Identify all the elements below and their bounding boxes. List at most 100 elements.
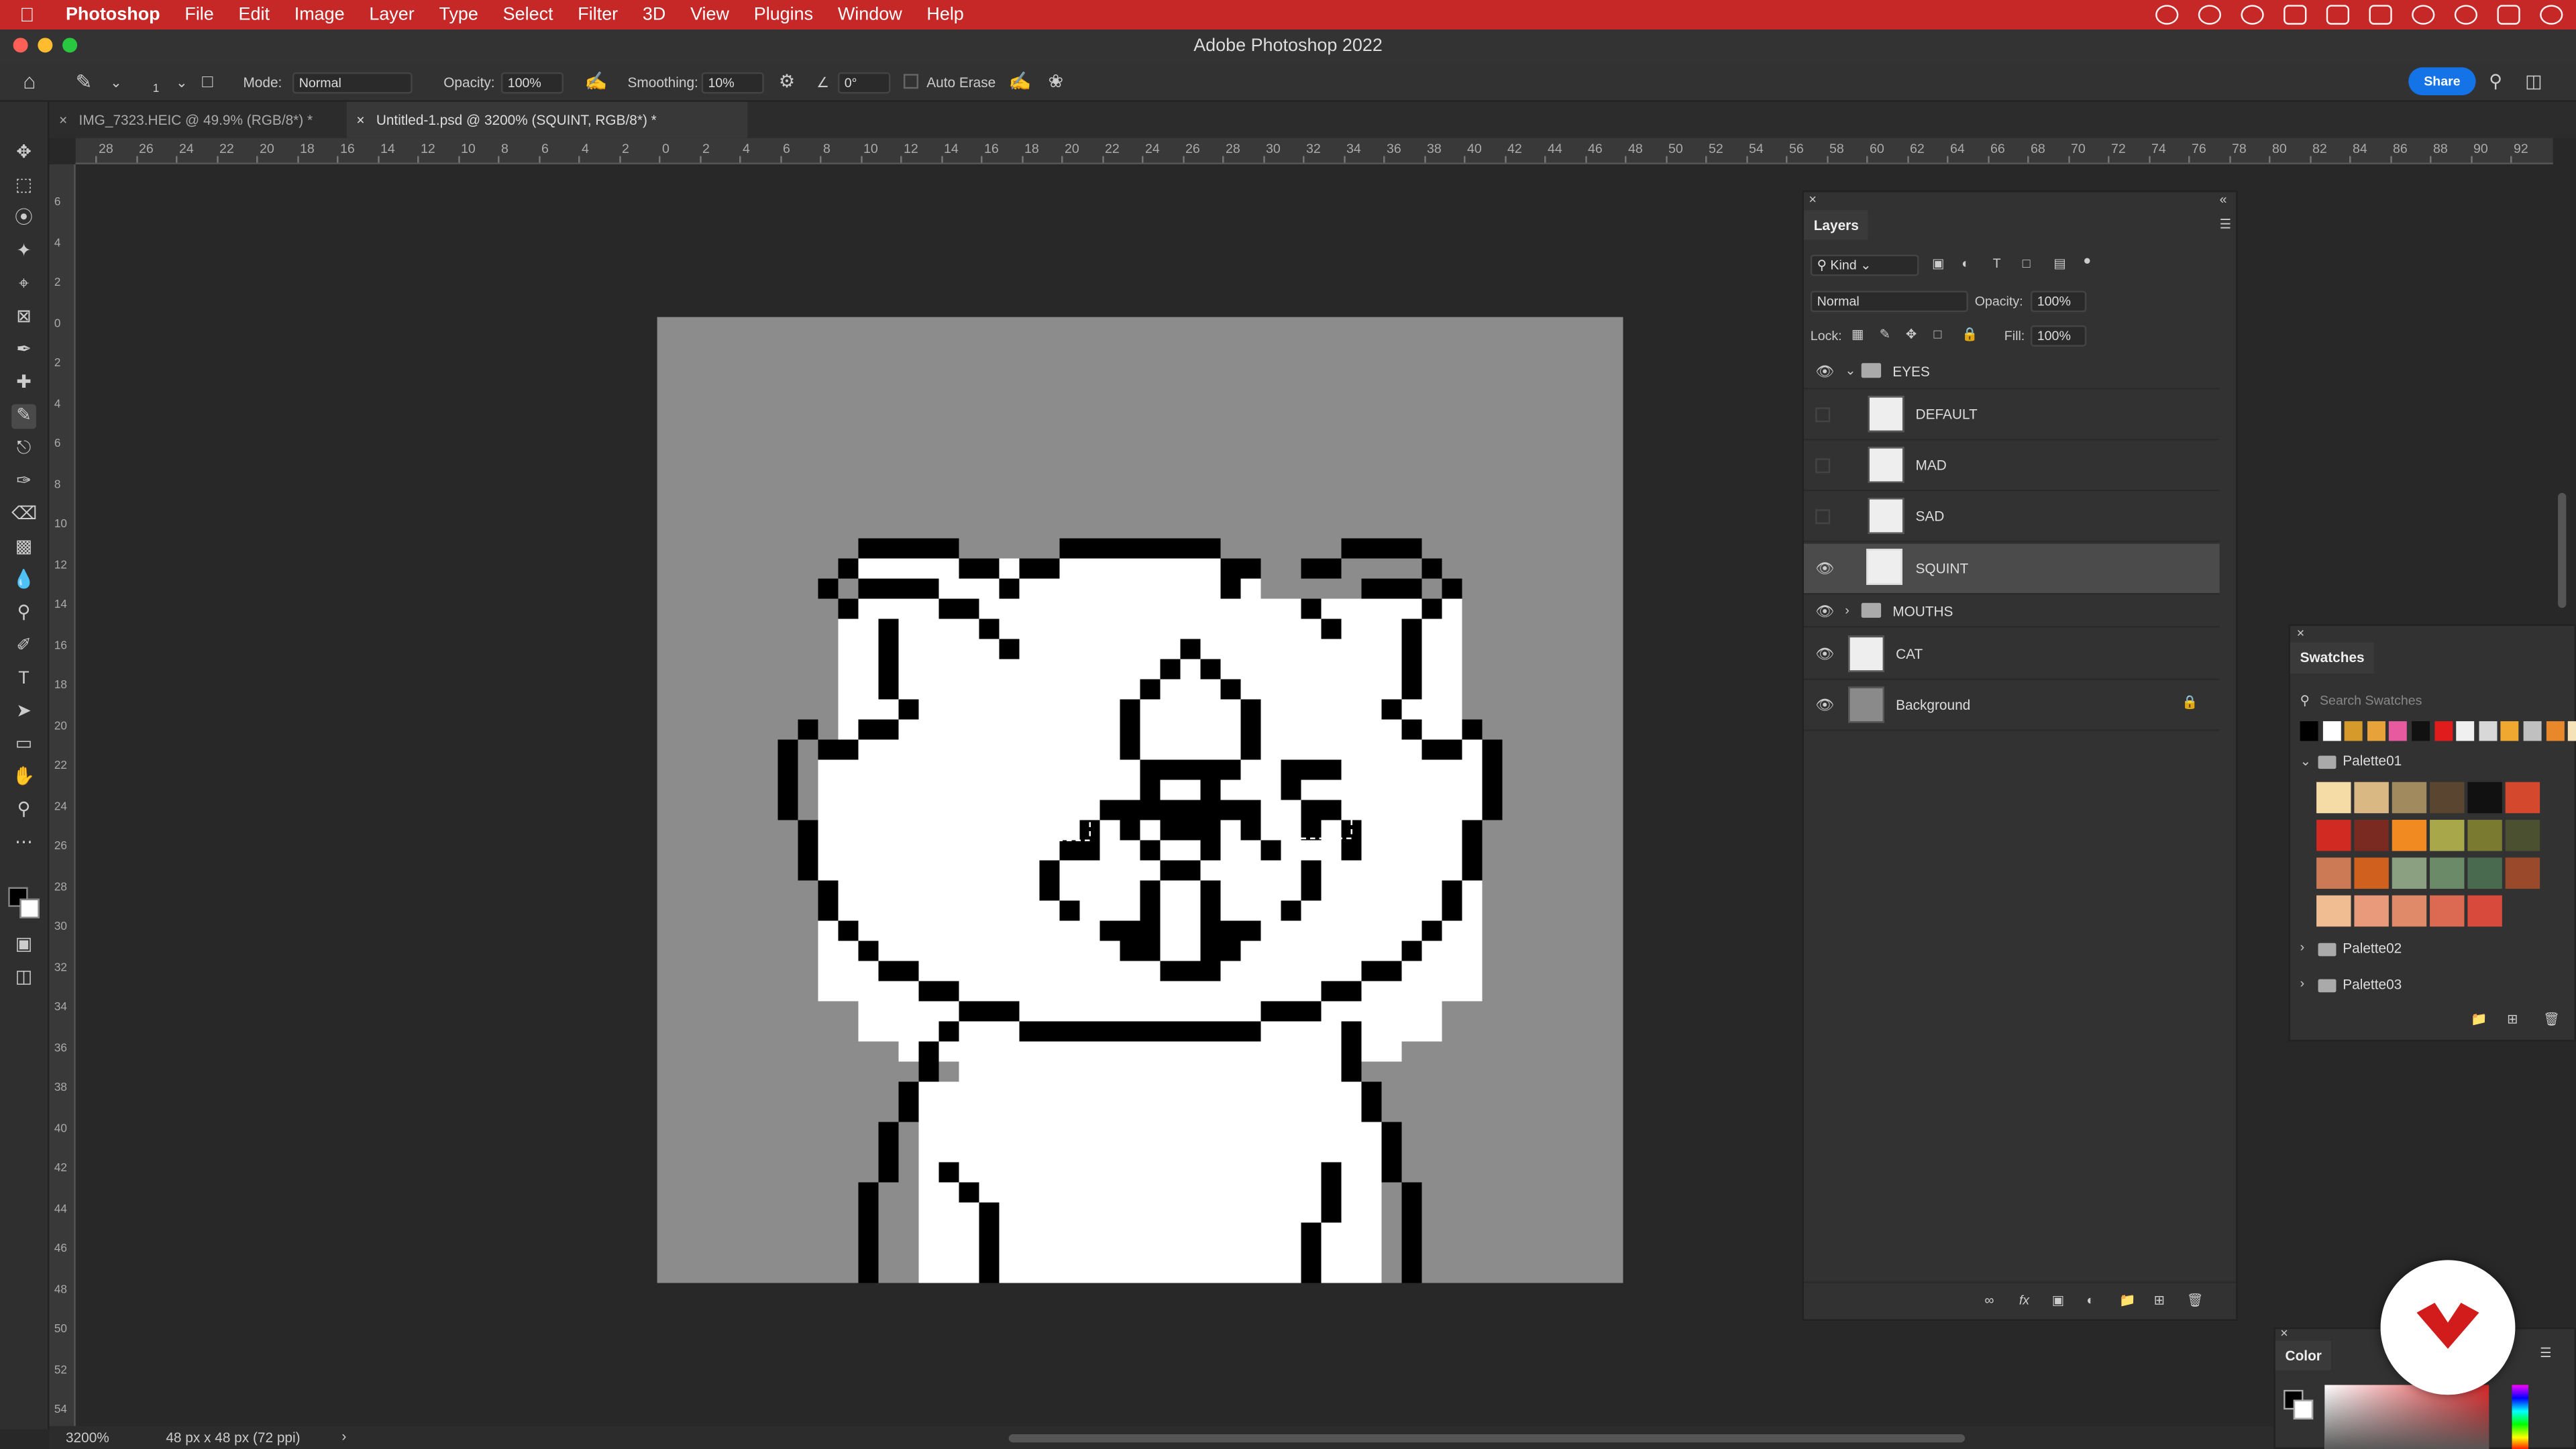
layer-mad[interactable]: MAD [1804,440,2220,492]
expand-chevron-icon[interactable]: › [2300,976,2305,991]
filter-type-icon[interactable]: T [1993,256,2001,271]
healing-brush-tool-icon[interactable]: ✚ [11,371,36,396]
zoom-tool-icon[interactable]: ⚲ [11,798,36,823]
panel-menu-icon[interactable]: ☰ [2540,1346,2552,1360]
gradient-tool-icon[interactable]: ▩ [11,535,36,560]
palette-swatch[interactable] [2392,820,2427,851]
palette-swatch[interactable] [2505,782,2540,814]
expand-chevron-icon[interactable]: › [1845,603,1849,618]
opacity-input[interactable]: 100% [500,72,564,94]
palette-swatch[interactable] [2467,857,2502,889]
horizontal-scrollbar[interactable] [1008,1434,1966,1443]
background-color-swatch[interactable] [19,898,40,918]
horizontal-ruler[interactable]: 28 26 24 22 20 18 16 14 12 10 8 6 4 2 0 2 4 6 8 10 12 14 16 18 2… [75,138,2553,164]
smoothing-settings-gear-icon[interactable]: ⚙ [779,62,795,102]
recent-swatch[interactable] [2434,721,2453,741]
tab-untitled-1[interactable]: × Untitled-1.psd @ 3200% (SQUINT, RGB/8*… [346,101,748,138]
expand-chevron-icon[interactable]: ⌄ [1845,363,1856,378]
recent-swatch[interactable] [2367,721,2385,741]
eraser-tool-icon[interactable]: ⌫ [11,502,37,527]
menu-image[interactable]: Image [294,5,345,24]
menu-help[interactable]: Help [926,5,963,24]
menu-view[interactable]: View [690,5,729,24]
visibility-eye-icon[interactable]: 👁 [1815,698,1834,713]
palette-swatch[interactable] [2392,857,2427,889]
new-group-icon[interactable]: 📁 [2471,1012,2487,1027]
layer-style-icon[interactable]: fx [2019,1293,2029,1307]
layer-group-mouths[interactable]: 👁 › MOUTHS [1804,595,2220,628]
filter-adjustment-icon[interactable]: ◐ [1962,256,1970,271]
layer-default[interactable]: DEFAULT [1804,389,2220,441]
dodge-tool-icon[interactable]: ⚲ [11,601,36,626]
auto-erase-checkbox[interactable] [903,74,918,89]
layer-squint[interactable]: 👁 SQUINT [1804,543,2220,595]
recent-swatch[interactable] [2389,721,2408,741]
tab-swatches[interactable]: Swatches [2290,642,2375,674]
lasso-tool-icon[interactable]: ⦿ [11,207,36,232]
more-tools-icon[interactable]: ⋯ [11,831,36,856]
link-layers-icon[interactable]: ∞ [1984,1293,1994,1307]
palette-name[interactable]: Palette03 [2343,976,2402,992]
visibility-toggle[interactable] [1815,509,1831,525]
palette-swatch[interactable] [2354,782,2389,814]
magic-wand-tool-icon[interactable]: ✦ [11,240,36,265]
palette-name[interactable]: Palette02 [2343,940,2402,956]
quick-mask-icon[interactable]: ▣ [11,933,36,958]
filter-smart-object-icon[interactable]: ▤ [2053,256,2066,271]
rectangle-tool-icon[interactable]: ▭ [11,733,36,757]
notification-icon[interactable] [2241,5,2264,25]
palette-swatch[interactable] [2505,857,2540,889]
frame-tool-icon[interactable]: ⊠ [11,306,36,331]
menu-app[interactable]: Photoshop [66,5,160,24]
blend-mode-select[interactable]: Normal [1810,290,1968,313]
hand-tool-icon[interactable]: ✋ [11,765,36,790]
lock-all-icon[interactable]: 🔒 [1962,327,1978,341]
creative-cloud-icon[interactable] [2155,5,2179,25]
recent-swatch[interactable] [2300,721,2318,741]
move-tool-icon[interactable]: ✥ [11,142,36,166]
recent-swatch[interactable] [2545,721,2564,741]
smoothing-input[interactable]: 10% [701,72,764,94]
mode-select[interactable]: Normal [292,72,413,94]
palette-swatch[interactable] [2430,857,2465,889]
new-swatch-icon[interactable]: ⊞ [2507,1012,2518,1027]
palette-swatch[interactable] [2467,782,2502,814]
palette-swatch[interactable] [2430,895,2465,927]
keyboard-input-icon[interactable] [2369,5,2392,25]
type-tool-icon[interactable]: T [11,667,36,692]
recent-swatch[interactable] [2345,721,2363,741]
delete-swatch-icon[interactable]: 🗑 [2543,1012,2560,1027]
vertical-ruler[interactable]: 6 4 2 0 2 4 6 8 10 12 14 16 18 20 22 24 26 28 30 32 34 36 38 40… [49,164,76,1430]
new-layer-icon[interactable]: ⊞ [2154,1293,2165,1307]
recent-swatch[interactable] [2501,721,2520,741]
palette-swatch[interactable] [2467,820,2502,851]
expand-chevron-icon[interactable]: › [2300,940,2305,955]
palette-swatch[interactable] [2354,857,2389,889]
menu-type[interactable]: Type [439,5,478,24]
adjustment-layer-icon[interactable]: ◐ [2086,1293,2094,1307]
vertical-scrollbar[interactable] [2558,492,2567,608]
fill-input[interactable]: 100% [2030,325,2087,347]
zoom-window-button[interactable] [62,38,78,53]
menu-window[interactable]: Window [838,5,902,24]
apple-menu-icon[interactable]:  [19,3,49,26]
palette-swatch[interactable] [2316,895,2351,927]
close-tab-icon[interactable]: × [59,102,67,138]
path-selection-tool-icon[interactable]: ➤ [11,700,36,724]
preset-chevron-icon[interactable]: ⌄ [110,62,121,102]
filter-toggle-icon[interactable]: ● [2083,253,2091,268]
new-group-icon[interactable]: 📁 [2119,1293,2135,1307]
visibility-eye-icon[interactable]: 👁 [1815,647,1834,662]
menu-edit[interactable]: Edit [239,5,270,24]
zoom-level[interactable]: 3200% [66,1430,109,1446]
close-panel-icon[interactable]: × [2297,626,2304,641]
lock-position-icon[interactable]: ✥ [1906,327,1917,341]
home-icon[interactable]: ⌂ [23,62,36,102]
siri-icon[interactable] [2540,5,2563,25]
person-icon[interactable] [2326,5,2350,25]
document-canvas[interactable] [657,317,1623,1283]
visibility-toggle[interactable] [1815,458,1831,474]
menu-3d[interactable]: 3D [643,5,665,24]
panel-menu-icon[interactable]: ☰ [2220,217,2232,231]
filter-pixel-icon[interactable]: ▣ [1932,256,1945,271]
